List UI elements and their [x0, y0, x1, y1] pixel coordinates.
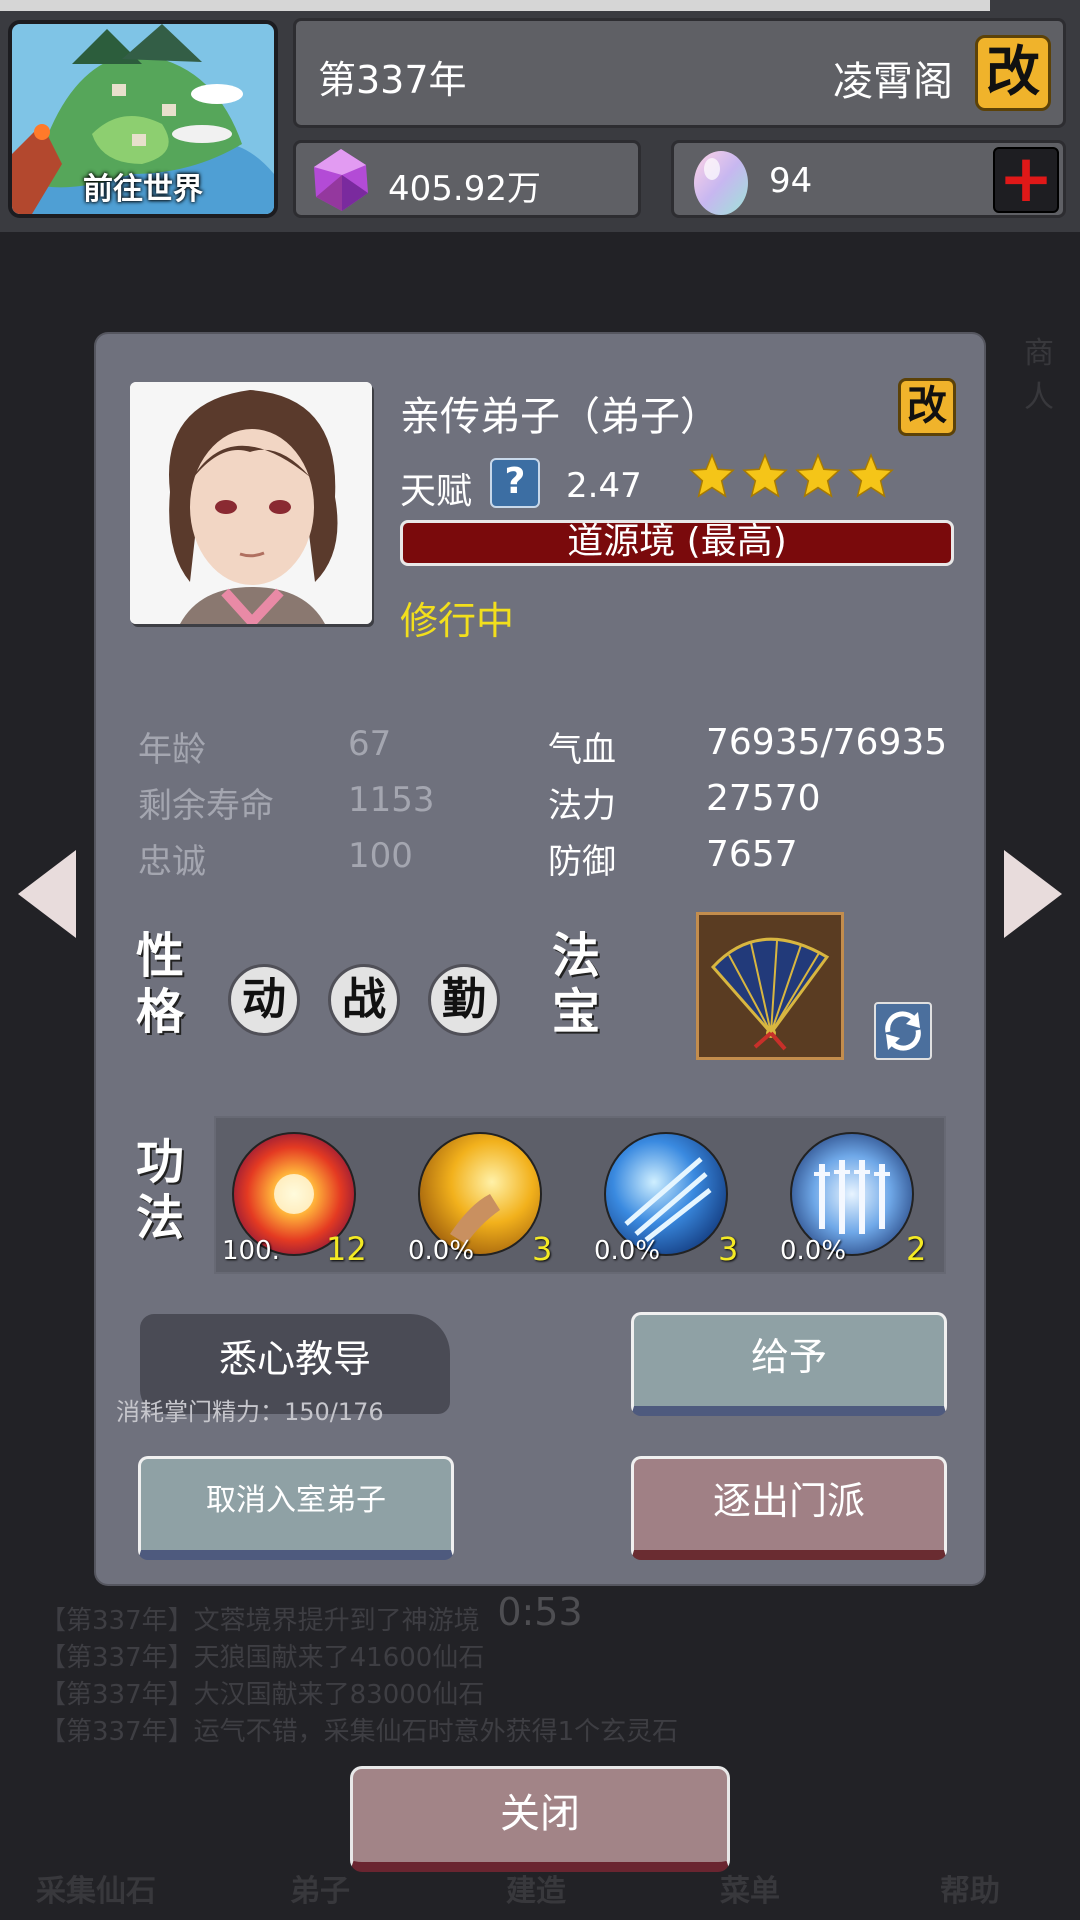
personality-title: 性 格: [132, 928, 188, 1040]
go-to-world-label: 前往世界: [83, 172, 203, 207]
add-egg-button[interactable]: +: [993, 146, 1059, 213]
trait-diligent[interactable]: 勤: [428, 964, 500, 1036]
sect-name: 凌霄阁: [833, 59, 953, 105]
skill-level: 3: [532, 1230, 553, 1268]
disciple-title: 亲传弟子（弟子）: [400, 394, 720, 440]
go-to-world-button[interactable]: 前往世界: [8, 20, 278, 218]
skill-progress: 0.0%: [594, 1236, 661, 1266]
disciple-avatar-icon: [130, 382, 372, 624]
age-value: 67: [348, 724, 392, 764]
log-line: 【第337年】大汉国献来了83000仙石: [40, 1680, 485, 1710]
spirit-stone-icon: [314, 149, 368, 211]
talent-help-button[interactable]: ?: [490, 458, 540, 508]
skills-panel: 100. 12 0.0% 3 0.0% 3 0.0% 2: [214, 1116, 946, 1274]
skills-title-char: 功: [135, 1134, 184, 1190]
skill-progress: 0.0%: [780, 1236, 847, 1266]
skill-level: 12: [326, 1230, 367, 1268]
log-line: 【第337年】运气不错，采集仙石时意外获得1个玄灵石: [40, 1717, 679, 1747]
swap-treasure-button[interactable]: [874, 1002, 932, 1060]
personality-title-char: 格: [135, 984, 184, 1040]
cultivation-status: 修行中: [400, 599, 515, 643]
close-button[interactable]: 关闭: [350, 1766, 730, 1872]
mana-label: 法力: [548, 786, 616, 826]
top-resource-bar: 前往世界 第337年 凌霄阁 改 405.92万 94 +: [0, 0, 1080, 232]
skill-level: 2: [906, 1230, 927, 1268]
personality-title-char: 性: [135, 928, 184, 984]
nav-build[interactable]: 建造: [506, 1866, 566, 1910]
year-sect-panel: 第337年 凌霄阁 改: [293, 18, 1066, 128]
talent-label: 天赋: [400, 471, 473, 512]
skill-progress: 0.0%: [408, 1236, 475, 1266]
skill-progress: 100.: [222, 1236, 280, 1266]
defense-label: 防御: [548, 842, 616, 882]
cancel-inner-disciple-button[interactable]: 取消入室弟子: [138, 1456, 454, 1560]
star-icon: [689, 452, 735, 498]
teach-cost-label: 消耗掌门精力：150/176: [116, 1398, 384, 1426]
rename-sect-button[interactable]: 改: [975, 35, 1051, 111]
countdown-timer: 0:53: [497, 1590, 583, 1634]
disciple-portrait: [130, 382, 372, 624]
npc-label: 商人: [1024, 336, 1054, 415]
spirit-stone-panel: 405.92万: [293, 140, 641, 218]
give-button[interactable]: 给予: [631, 1312, 947, 1416]
nav-menu[interactable]: 菜单: [720, 1866, 780, 1910]
defense-value: 7657: [706, 834, 798, 875]
skills-title-char: 法: [135, 1190, 184, 1246]
remaining-lifespan-value: 1153: [348, 780, 435, 820]
teach-carefully-label: 悉心教导: [218, 1337, 371, 1381]
hp-value: 76935/76935: [706, 722, 948, 763]
nav-gather-stones[interactable]: 采集仙石: [36, 1866, 156, 1910]
treasure-title-char: 法: [551, 928, 600, 984]
star-icon: [795, 452, 841, 498]
next-disciple-arrow-icon[interactable]: [1004, 850, 1062, 938]
spirit-stone-count: 405.92万: [388, 169, 541, 209]
loyalty-label: 忠诚: [138, 842, 206, 882]
fan-treasure-icon: [710, 937, 830, 1051]
talent-value: 2.47: [566, 466, 642, 506]
age-label: 年龄: [138, 730, 206, 770]
expel-from-sect-button[interactable]: 逐出门派: [631, 1456, 947, 1560]
remaining-lifespan-label: 剩余寿命: [138, 786, 274, 826]
treasure-title-char: 宝: [551, 984, 600, 1040]
nav-disciples[interactable]: 弟子: [290, 1866, 350, 1910]
skills-title: 功 法: [132, 1134, 188, 1246]
top-strip: [0, 0, 990, 11]
mana-value: 27570: [706, 778, 821, 819]
hp-label: 气血: [548, 730, 616, 770]
disciple-detail-dialog: 亲传弟子（弟子） 改 天赋 ? 2.47 道源境 (最高) 修行中 年龄 67 …: [96, 334, 984, 1584]
refresh-icon: [885, 1011, 921, 1051]
spirit-egg-panel: 94 +: [671, 140, 1066, 218]
spirit-egg-count: 94: [769, 161, 813, 201]
trait-active[interactable]: 动: [228, 964, 300, 1036]
log-line: 【第337年】天狼国献来了41600仙石: [40, 1643, 485, 1673]
nav-help[interactable]: 帮助: [940, 1866, 1000, 1910]
realm-bar: 道源境 (最高): [400, 520, 954, 566]
trait-combat[interactable]: 战: [328, 964, 400, 1036]
talent-stars: [688, 452, 900, 504]
treasure-title: 法 宝: [548, 928, 604, 1040]
treasure-slot[interactable]: [696, 912, 844, 1060]
skill-level: 3: [718, 1230, 739, 1268]
loyalty-value: 100: [348, 836, 413, 876]
star-icon: [848, 452, 894, 498]
rename-disciple-button[interactable]: 改: [898, 378, 956, 436]
year-label: 第337年: [318, 58, 467, 102]
star-icon: [742, 452, 788, 498]
spirit-egg-icon: [694, 151, 748, 215]
previous-disciple-arrow-icon[interactable]: [18, 850, 76, 938]
